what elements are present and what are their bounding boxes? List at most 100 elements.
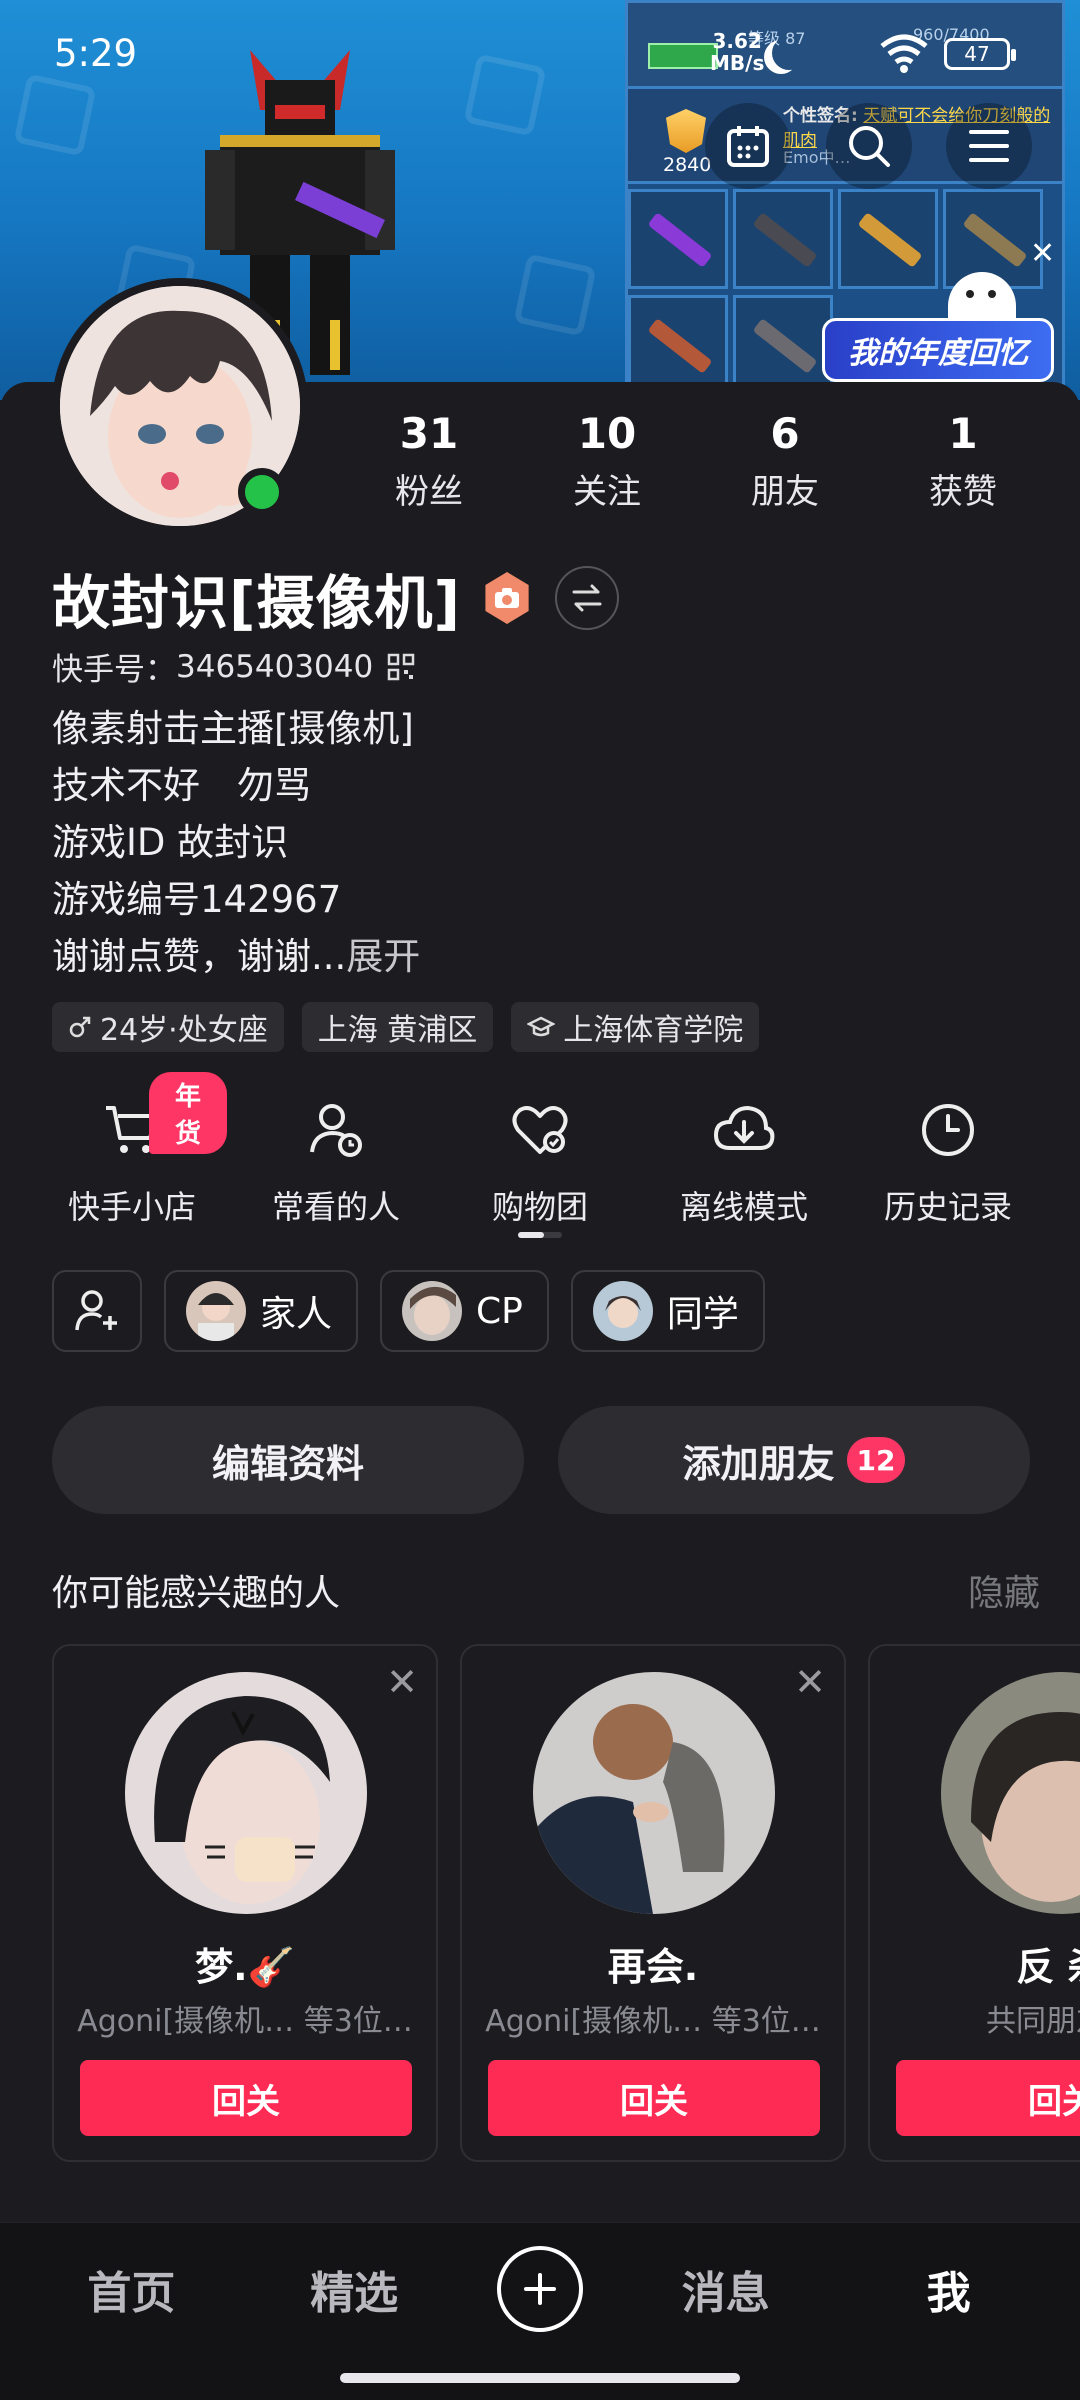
search-button[interactable] [826, 103, 912, 189]
relation-label: 家人 [260, 1294, 333, 1335]
stat-followers[interactable]: 31 粉丝 [340, 410, 518, 513]
bio-line: 游戏编号142967 [52, 878, 342, 921]
search-icon [849, 126, 890, 167]
network-speed: 3.62 MB/s [710, 29, 765, 75]
stat-label: 朋友 [751, 472, 819, 512]
suggestion-avatar[interactable] [533, 1672, 775, 1914]
tag-location[interactable]: 上海 黄浦区 [301, 1002, 494, 1052]
relation-avatar [592, 1281, 653, 1341]
online-status-indicator [238, 468, 286, 516]
dismiss-icon[interactable]: ✕ [794, 1660, 826, 1704]
create-post-button[interactable] [496, 2246, 583, 2332]
shortcut-label: 离线模式 [679, 1188, 808, 1226]
edit-profile-button[interactable]: 编辑资料 [52, 1406, 524, 1514]
status-time: 5:29 [54, 32, 138, 75]
kuaishou-id-label: 快手号： [52, 652, 176, 688]
suggestion-avatar[interactable] [941, 1672, 1080, 1914]
clock-icon [922, 1104, 974, 1156]
shortcut-label: 购物团 [491, 1188, 588, 1226]
year-review-button[interactable]: 我的年度回忆 [822, 318, 1054, 382]
shortcut-shopping-group[interactable]: 购物团 [445, 1090, 635, 1228]
bio-expand-link[interactable]: 展开 [346, 935, 420, 978]
relation-family[interactable]: 家人 [164, 1270, 359, 1352]
cloud-download-icon [713, 1105, 775, 1150]
suggestion-mutual: 共同朋友： [986, 2004, 1080, 2039]
switch-arrows-icon [572, 584, 602, 612]
status-bar: 5:29 3.62 MB/s 47 [0, 0, 1080, 110]
add-friend-button[interactable]: 添加朋友 12 [558, 1406, 1030, 1514]
follow-back-button[interactable]: 回关 [80, 2060, 412, 2136]
tag-label: 24岁·处女座 [100, 1013, 268, 1048]
follow-back-button[interactable]: 回关 [488, 2060, 820, 2136]
camera-badge-icon[interactable] [485, 572, 529, 624]
relation-tags-row: 家人 CP 同学 [52, 1270, 765, 1352]
bio-line-last: 谢谢点赞，谢谢...展开 [52, 935, 421, 978]
stat-label: 粉丝 [395, 472, 463, 512]
relation-label: CP [476, 1290, 523, 1332]
shortcut-offline-mode[interactable]: 离线模式 [649, 1090, 839, 1228]
wifi-icon [880, 34, 928, 73]
friend-request-count-badge: 12 [846, 1437, 906, 1483]
calendar-button[interactable] [705, 103, 791, 189]
suggestions-title: 你可能感兴趣的人 [52, 1573, 341, 1614]
menu-button[interactable] [946, 103, 1032, 189]
profile-bio: 像素射击主播[摄像机] 技术不好 勿骂 游戏ID 故封识 游戏编号142967 … [52, 700, 420, 985]
nav-messages[interactable]: 消息 [646, 2257, 806, 2321]
shortcut-frequent-people[interactable]: 常看的人 [241, 1090, 431, 1228]
shortcut-shop[interactable]: 快手小店 年货 [37, 1072, 227, 1228]
stat-likes[interactable]: 1 获赞 [874, 410, 1052, 513]
shortcut-row: 快手小店 年货 常看的人 购物团 离线模式 历史记录 [0, 1072, 1080, 1228]
suggestion-name: 反 杀 [1016, 1945, 1080, 1989]
qr-code-icon[interactable] [387, 653, 415, 681]
bio-line: 游戏ID 故封识 [52, 821, 289, 864]
dismiss-icon[interactable]: ✕ [386, 1660, 418, 1704]
shortcut-label: 历史记录 [883, 1188, 1012, 1226]
shortcut-history[interactable]: 历史记录 [853, 1090, 1043, 1228]
stat-friends[interactable]: 6 朋友 [696, 410, 874, 513]
tag-age[interactable]: 24岁·处女座 [52, 1002, 284, 1052]
suggestion-avatar[interactable] [125, 1672, 367, 1914]
relation-label: 同学 [666, 1294, 739, 1335]
tag-label: 上海 黄浦区 [317, 1013, 478, 1048]
suggestion-card[interactable]: ✕ 再会. Agoni[摄像机… 等3位… 回关 [460, 1644, 846, 2162]
tag-label: 上海体育学院 [563, 1013, 744, 1048]
suggestions-list[interactable]: ✕ 梦.🎸 Agoni[摄像机… 等3位… 回关 ✕ 再会. Agoni[摄像机… [52, 1644, 1080, 2164]
shortcut-label: 常看的人 [271, 1188, 400, 1226]
close-icon[interactable]: ✕ [1030, 236, 1055, 271]
nav-me[interactable]: 我 [869, 2257, 1029, 2321]
bio-line: 技术不好 勿骂 [52, 764, 311, 807]
switch-account-button[interactable] [555, 566, 620, 630]
suggestion-card[interactable]: 反 杀 共同朋友： 回关 [868, 1644, 1080, 2162]
home-indicator[interactable] [340, 2373, 740, 2383]
suggestion-card[interactable]: ✕ 梦.🎸 Agoni[摄像机… 等3位… 回关 [52, 1644, 438, 2162]
shortcut-page-indicator [518, 1232, 562, 1238]
frequent-people-icon [310, 1104, 362, 1157]
relation-cp[interactable]: CP [380, 1270, 549, 1352]
shortcut-label: 快手小店 [67, 1188, 196, 1226]
stat-value: 31 [399, 409, 459, 458]
profile-action-row: 编辑资料 添加朋友 12 [52, 1406, 1030, 1514]
tag-school[interactable]: 上海体育学院 [511, 1002, 760, 1052]
stat-value: 6 [770, 409, 800, 458]
stat-following[interactable]: 10 关注 [518, 410, 696, 513]
hide-suggestions-button[interactable]: 隐藏 [968, 1564, 1040, 1616]
add-relation-button[interactable] [52, 1270, 142, 1352]
plus-icon [523, 2273, 556, 2305]
stat-label: 关注 [573, 472, 641, 512]
suggestion-name: 再会. [607, 1945, 699, 1989]
school-icon [527, 1016, 556, 1037]
nav-home[interactable]: 首页 [51, 2257, 211, 2321]
suggestions-header: 你可能感兴趣的人 隐藏 [52, 1564, 1040, 1616]
relation-avatar [402, 1281, 463, 1341]
nav-featured[interactable]: 精选 [274, 2257, 434, 2321]
stat-value: 10 [577, 409, 637, 458]
stat-label: 获赞 [929, 472, 997, 512]
kuaishou-id[interactable]: 快手号： 3465403040 [52, 644, 415, 689]
kuaishou-id-value: 3465403040 [176, 648, 374, 685]
calendar-icon [727, 126, 769, 167]
profile-tags: 24岁·处女座 上海 黄浦区 上海体育学院 [52, 1002, 760, 1052]
rank-badge-icon [666, 109, 706, 153]
heart-group-icon [512, 1106, 568, 1154]
relation-classmate[interactable]: 同学 [570, 1270, 765, 1352]
follow-back-button[interactable]: 回关 [896, 2060, 1080, 2136]
